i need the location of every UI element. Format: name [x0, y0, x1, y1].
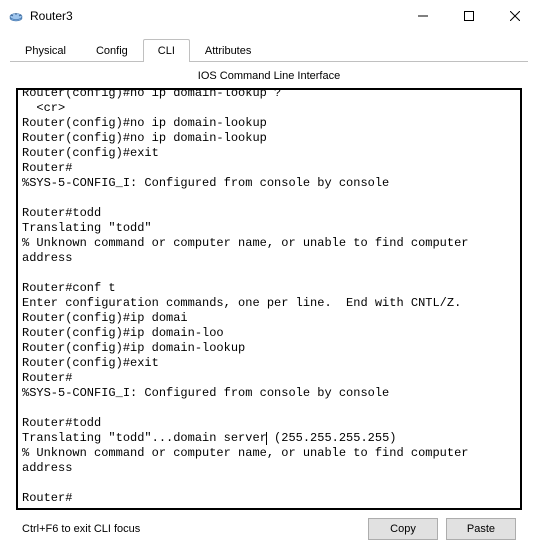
router-icon [8, 8, 24, 24]
titlebar: Router3 [0, 0, 538, 32]
window-title: Router3 [30, 9, 400, 23]
paste-button[interactable]: Paste [446, 518, 516, 540]
tab-bar: Physical Config CLI Attributes [10, 38, 528, 62]
tab-config[interactable]: Config [81, 39, 143, 62]
maximize-button[interactable] [446, 0, 492, 32]
cli-pane: IOS Command Line Interface Router(config… [10, 62, 528, 550]
tab-attributes[interactable]: Attributes [190, 39, 266, 62]
cli-terminal[interactable]: Router(config)#no ip domain-l Router(con… [18, 90, 520, 508]
content-area: Physical Config CLI Attributes IOS Comma… [0, 32, 538, 550]
tab-physical[interactable]: Physical [10, 39, 81, 62]
window-controls [400, 0, 538, 32]
close-button[interactable] [492, 0, 538, 32]
pane-title: IOS Command Line Interface [10, 68, 528, 88]
copy-button[interactable]: Copy [368, 518, 438, 540]
terminal-frame: Router(config)#no ip domain-l Router(con… [16, 88, 522, 510]
footer: Ctrl+F6 to exit CLI focus Copy Paste [10, 510, 528, 550]
minimize-button[interactable] [400, 0, 446, 32]
tab-cli[interactable]: CLI [143, 39, 190, 62]
app-window: Router3 Physical Config CLI Attributes I… [0, 0, 538, 550]
focus-hint: Ctrl+F6 to exit CLI focus [22, 523, 360, 535]
